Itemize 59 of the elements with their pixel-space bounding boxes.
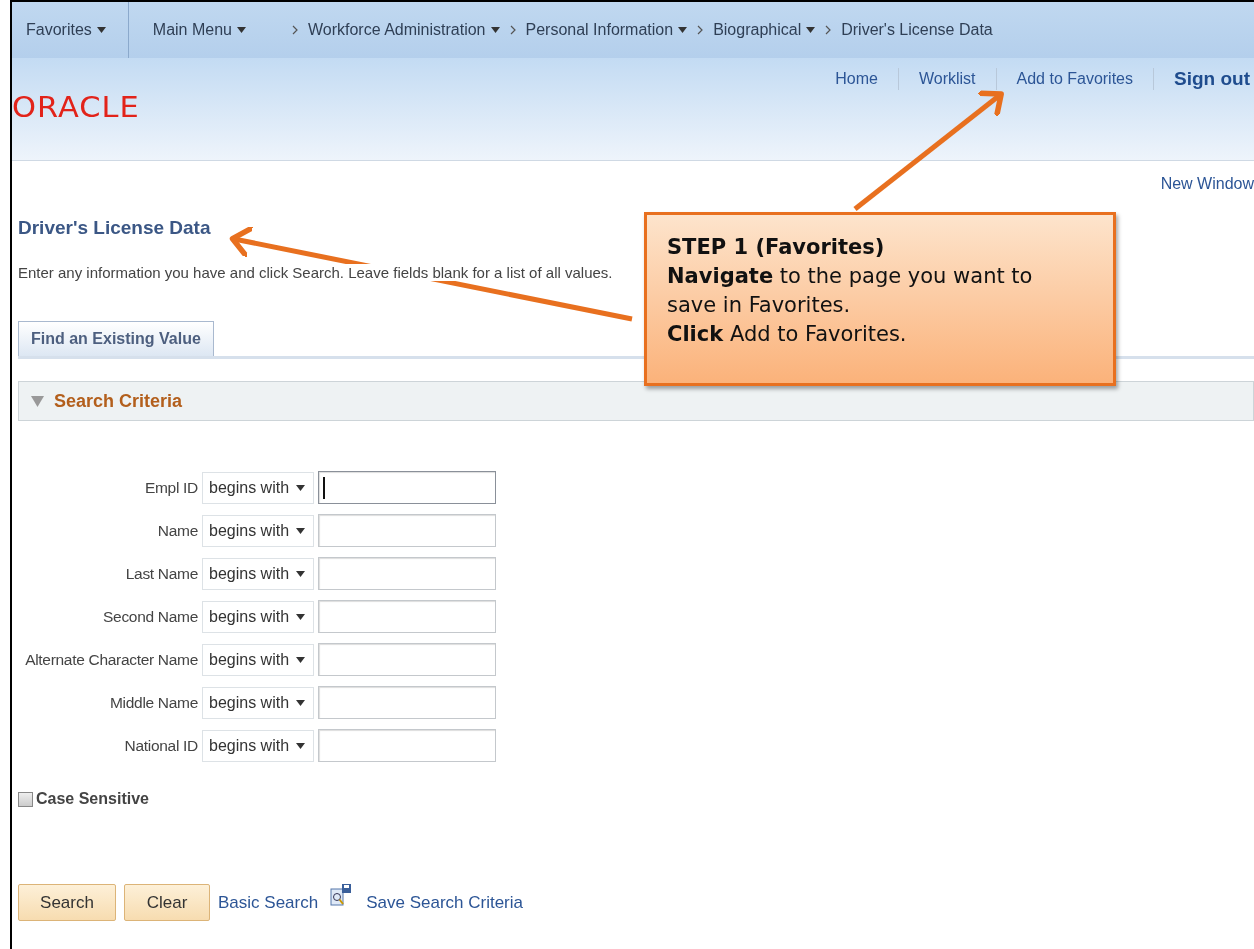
input-field[interactable] [318,557,496,590]
operator-dropdown[interactable]: begins with [202,471,314,504]
field-label: Second Name [102,607,198,626]
section-title: Search Criteria [54,390,183,412]
chevron-icon [509,25,516,35]
header-link[interactable]: Worklist [897,68,996,90]
field-label: Empl ID [143,478,198,497]
field-label: National ID [123,736,198,755]
field-label: Last Name [124,564,198,583]
chevron-icon [825,25,832,35]
header-link[interactable]: Add to Favorites [995,68,1153,90]
operator-dropdown[interactable]: begins with [202,729,314,762]
operator-dropdown[interactable]: begins with [202,686,314,719]
oracle-logo: ORACLE [11,90,140,124]
caret-icon [296,484,305,491]
field-label: Alternate Character Name [24,650,198,669]
menu-link[interactable]: Biographical [713,21,816,39]
field-label: Name [156,521,198,540]
caret-icon [296,570,305,577]
chevron-icon [291,25,298,35]
operator-dropdown[interactable]: begins with [202,514,314,547]
menu-link[interactable]: Main Menu [128,2,282,58]
section-header[interactable]: Search Criteria [18,381,1254,421]
input-field[interactable] [318,643,496,676]
basic-search-link[interactable]: Basic Search [218,892,319,913]
input-field[interactable] [318,600,496,633]
checkbox[interactable] [18,791,33,807]
action-button[interactable]: Search [18,884,116,921]
callout-text: Click Add to Favorites. [667,321,908,348]
operator-dropdown[interactable]: begins with [202,643,314,676]
save-search-icon[interactable] [330,884,353,908]
callout-text: Navigate to the page you want to save in Favorites. [667,263,1034,319]
header-link[interactable]: Home [815,68,898,90]
input-field[interactable] [318,729,496,762]
tab[interactable]: Find an Existing Value [18,321,214,356]
input-field[interactable] [318,514,496,547]
page-title: Driver's License Data [18,217,212,239]
collapse-icon[interactable] [31,395,44,407]
callout-title: STEP 1 (Favorites) [667,234,886,261]
case-sensitive-label: Case Sensitive [36,790,149,808]
caret-icon [296,613,305,620]
chevron-icon [697,25,704,35]
field-label: Middle Name [109,693,198,712]
instructions-text: Enter any information you have and click Search. Leave fields blank for a list of all values. [18,264,613,281]
sign-out-link[interactable]: Sign out [1153,68,1254,90]
new-window-link[interactable]: New Window [1160,175,1254,193]
save-search-criteria-link[interactable]: Save Search Criteria [366,892,523,913]
caret-icon [296,699,305,706]
operator-dropdown[interactable]: begins with [202,600,314,633]
operator-dropdown[interactable]: begins with [202,557,314,590]
caret-icon [296,742,305,749]
action-button[interactable]: Clear [124,884,210,921]
menu-link[interactable]: Personal Information [525,21,688,39]
input-field[interactable] [318,686,496,719]
caret-icon [296,656,305,663]
menu-link[interactable]: Workforce Administration [307,21,500,39]
caret-icon [296,527,305,534]
breadcrumb-text[interactable]: Driver's License Data [841,21,993,39]
input-field[interactable] [318,471,496,504]
